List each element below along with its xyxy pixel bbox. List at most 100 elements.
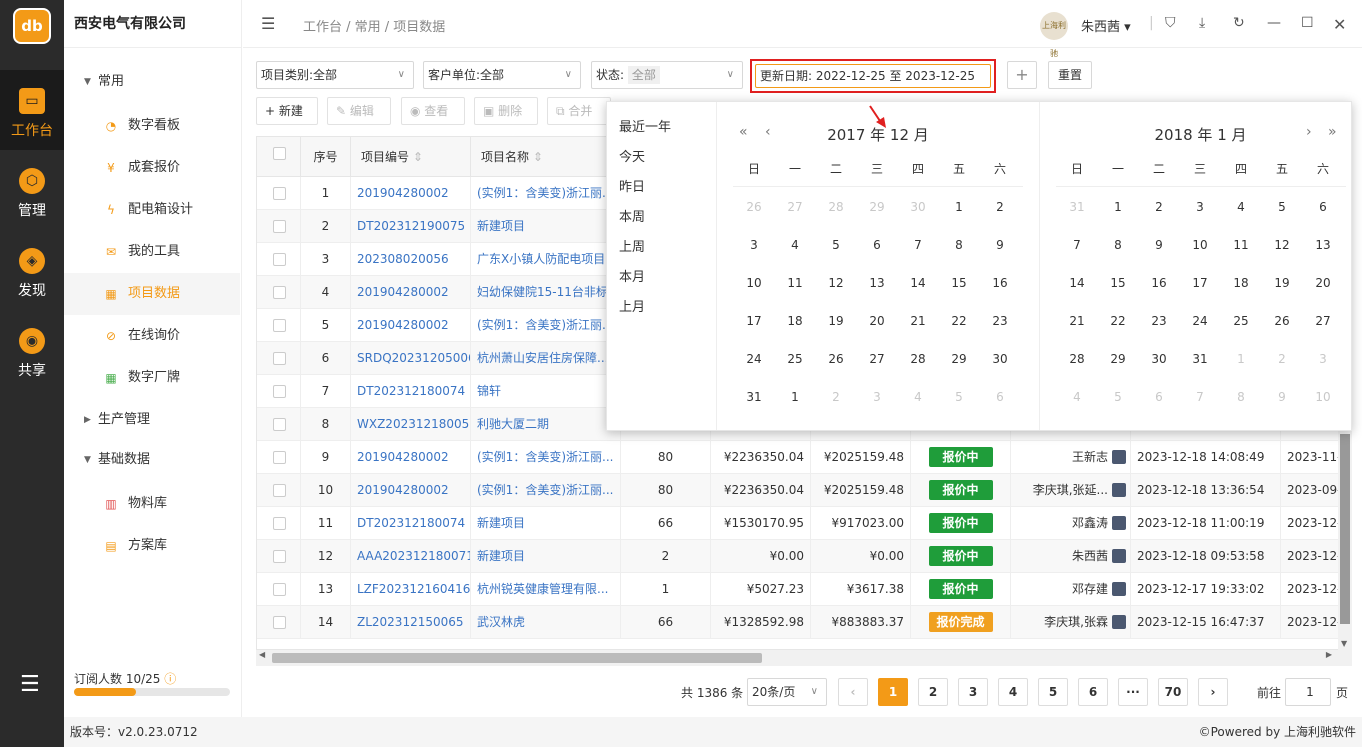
calendar-day[interactable]: 2	[1144, 197, 1174, 217]
row-checkbox[interactable]	[273, 484, 286, 497]
collapse-menu-icon[interactable]: ☰	[261, 14, 275, 33]
page-button[interactable]: 3	[958, 678, 988, 706]
sidebar-item-inquiry[interactable]: ⊘ 在线询价	[64, 315, 240, 357]
next-page-button[interactable]: ›	[1198, 678, 1228, 706]
row-checkbox[interactable]	[273, 220, 286, 233]
group-common[interactable]: ▼ 常用	[64, 63, 240, 101]
rail-share[interactable]: ◉ 共享	[0, 310, 64, 390]
merge-button[interactable]: ⧉ 合并	[547, 97, 611, 125]
calendar-day[interactable]: 1	[780, 387, 810, 407]
page-button[interactable]: 5	[1038, 678, 1068, 706]
calendar-day[interactable]: 4	[1062, 387, 1092, 407]
calendar-day[interactable]: 30	[985, 349, 1015, 369]
status-select[interactable]: 状态: 全部 ∨	[591, 61, 743, 89]
cell-name[interactable]: (实例1：含美变)浙江丽...	[471, 474, 621, 507]
delete-button[interactable]: ▣ 删除	[474, 97, 538, 125]
shirt-icon[interactable]: ⛉	[1165, 15, 1176, 31]
row-checkbox[interactable]	[273, 187, 286, 200]
date-preset[interactable]: 昨日	[619, 176, 645, 195]
calendar-day[interactable]: 7	[903, 235, 933, 255]
page-button[interactable]: 6	[1078, 678, 1108, 706]
calendar-day[interactable]: 29	[862, 197, 892, 217]
view-button[interactable]: ◉ 查看	[401, 97, 465, 125]
cell-code[interactable]: 201904280002	[351, 474, 471, 507]
row-checkbox[interactable]	[273, 616, 286, 629]
rail-manage[interactable]: ⬡ 管理	[0, 150, 64, 230]
calendar-day[interactable]: 2	[1267, 349, 1297, 369]
calendar-day[interactable]: 10	[739, 273, 769, 293]
calendar-day[interactable]: 26	[821, 349, 851, 369]
calendar-day[interactable]: 1	[1103, 197, 1133, 217]
group-base-data[interactable]: ▼ 基础数据	[64, 441, 240, 479]
prev-page-button[interactable]: ‹	[838, 678, 868, 706]
table-row[interactable]: 13 LZF202312160416 杭州锐英健康管理有限... 1 ¥5027.23 ¥…	[257, 573, 1351, 606]
cell-name[interactable]: 新建项目	[471, 507, 621, 540]
calendar-day[interactable]: 5	[1103, 387, 1133, 407]
calendar-day[interactable]: 20	[862, 311, 892, 331]
rail-workbench[interactable]: ▭ 工作台	[0, 70, 64, 150]
user-menu[interactable]: 朱西茜 ▾	[1081, 16, 1131, 35]
date-preset[interactable]: 本周	[619, 206, 645, 225]
sidebar-item-box-design[interactable]: ϟ 配电箱设计	[64, 189, 240, 231]
calendar-day[interactable]: 18	[780, 311, 810, 331]
row-checkbox[interactable]	[273, 451, 286, 464]
maximize-icon[interactable]: ☐	[1301, 15, 1314, 31]
reset-button[interactable]: 重置	[1048, 61, 1092, 89]
cell-code[interactable]: DT202312180074	[351, 507, 471, 540]
date-preset[interactable]: 今天	[619, 146, 645, 165]
calendar-day[interactable]: 12	[1267, 235, 1297, 255]
calendar-day[interactable]: 21	[903, 311, 933, 331]
calendar-day[interactable]: 8	[1103, 235, 1133, 255]
calendar-day[interactable]: 6	[862, 235, 892, 255]
page-button[interactable]: 70	[1158, 678, 1188, 706]
date-preset[interactable]: 最近一年	[619, 116, 671, 135]
table-row[interactable]: 11 DT202312180074 新建项目 66 ¥1530170.95 ¥917023…	[257, 507, 1351, 540]
calendar-day[interactable]: 7	[1062, 235, 1092, 255]
calendar-day[interactable]: 28	[821, 197, 851, 217]
calendar-day[interactable]: 7	[1185, 387, 1215, 407]
download-icon[interactable]: ⤓	[1199, 15, 1205, 31]
cell-name[interactable]: 杭州萧山安居住房保障...	[471, 342, 621, 375]
cell-code[interactable]: 201904280002	[351, 441, 471, 474]
cell-code[interactable]: ZL202312150065	[351, 606, 471, 639]
cell-name[interactable]: 杭州锐英健康管理有限...	[471, 573, 621, 606]
cell-name[interactable]: (实例1：含美变)浙江丽...	[471, 441, 621, 474]
cell-code[interactable]: 202308020056	[351, 243, 471, 276]
calendar-day[interactable]: 11	[780, 273, 810, 293]
calendar-day[interactable]: 17	[739, 311, 769, 331]
calendar-day[interactable]: 2	[985, 197, 1015, 217]
row-checkbox[interactable]	[273, 385, 286, 398]
sidebar-item-tools[interactable]: ✉ 我的工具	[64, 231, 240, 273]
row-checkbox[interactable]	[273, 583, 286, 596]
calendar-day[interactable]: 8	[1226, 387, 1256, 407]
cell-name[interactable]: (实例1：含美变)浙江丽...	[471, 177, 621, 210]
calendar-day[interactable]: 10	[1185, 235, 1215, 255]
calendar-day[interactable]: 26	[739, 197, 769, 217]
group-production[interactable]: ▶ 生产管理	[64, 401, 240, 439]
calendar-day[interactable]: 6	[1308, 197, 1338, 217]
row-checkbox[interactable]	[273, 286, 286, 299]
calendar-day[interactable]: 9	[1267, 387, 1297, 407]
calendar-day[interactable]: 20	[1308, 273, 1338, 293]
date-preset[interactable]: 上周	[619, 236, 645, 255]
calendar-day[interactable]: 31	[1185, 349, 1215, 369]
calendar-day[interactable]: 29	[944, 349, 974, 369]
header-code[interactable]: 项目编号 ⇕	[351, 137, 471, 177]
calendar-day[interactable]: 3	[862, 387, 892, 407]
calendar-day[interactable]: 12	[821, 273, 851, 293]
calendar-day[interactable]: 24	[739, 349, 769, 369]
page-button[interactable]: 1	[878, 678, 908, 706]
calendar-day[interactable]: 31	[739, 387, 769, 407]
row-checkbox[interactable]	[273, 352, 286, 365]
cell-code[interactable]: LZF202312160416	[351, 573, 471, 606]
page-button[interactable]: 4	[998, 678, 1028, 706]
calendar-day[interactable]: 19	[1267, 273, 1297, 293]
calendar-day[interactable]: 31	[1062, 197, 1092, 217]
calendar-day[interactable]: 15	[944, 273, 974, 293]
calendar-day[interactable]: 6	[985, 387, 1015, 407]
calendar-day[interactable]: 3	[739, 235, 769, 255]
cell-code[interactable]: AAA202312180071	[351, 540, 471, 573]
calendar-day[interactable]: 16	[1144, 273, 1174, 293]
project-type-select[interactable]: 项目类别:全部 ∨	[256, 61, 414, 89]
calendar-day[interactable]: 5	[1267, 197, 1297, 217]
